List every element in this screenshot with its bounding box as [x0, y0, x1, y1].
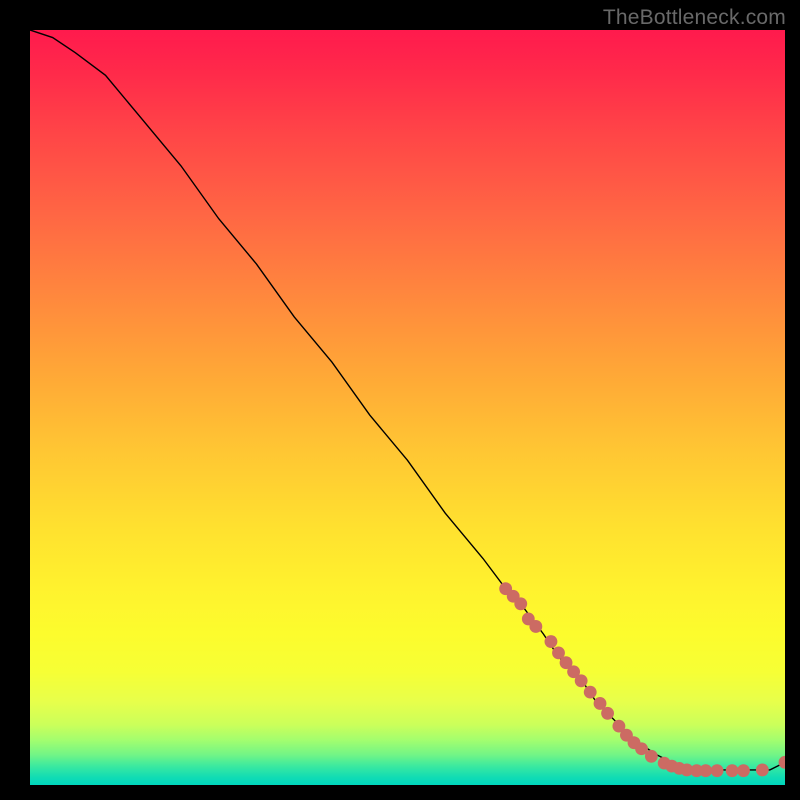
curve-marker: [584, 686, 597, 699]
bottleneck-curve-line: [30, 30, 785, 770]
curve-marker: [601, 707, 614, 720]
curve-marker: [756, 763, 769, 776]
curve-marker: [529, 620, 542, 633]
curve-marker: [545, 635, 558, 648]
curve-marker: [711, 764, 724, 777]
curve-markers: [499, 582, 785, 777]
curve-marker: [514, 597, 527, 610]
curve-marker: [575, 674, 588, 687]
curve-marker: [737, 764, 750, 777]
chart-svg: [30, 30, 785, 785]
chart-plot-area: [30, 30, 785, 785]
chart-stage: TheBottleneck.com: [0, 0, 800, 800]
curve-marker: [726, 764, 739, 777]
curve-marker: [779, 756, 785, 769]
watermark-text: TheBottleneck.com: [603, 6, 786, 30]
curve-marker: [699, 764, 712, 777]
curve-marker: [645, 750, 658, 763]
